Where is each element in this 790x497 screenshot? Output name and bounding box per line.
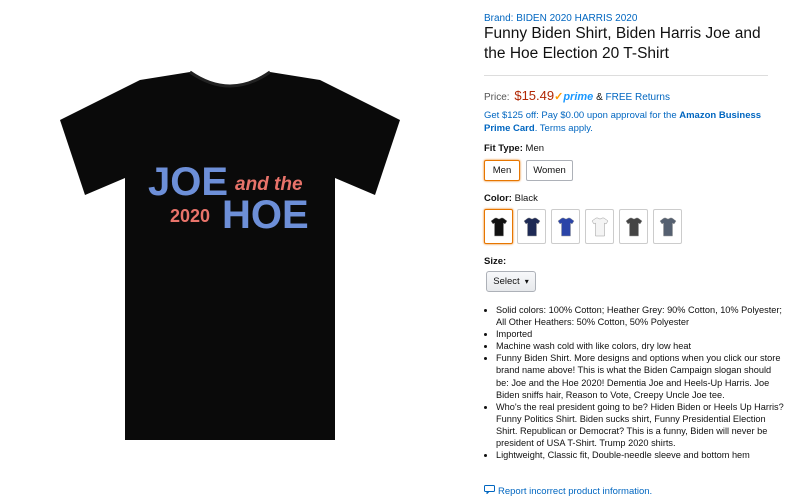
free-returns-link[interactable]: FREE Returns (606, 92, 670, 103)
print-2020: 2020 (170, 206, 210, 226)
amp: & (596, 92, 603, 103)
tshirt-thumbnail-icon (591, 217, 608, 236)
bullet-item: Solid colors: 100% Cotton; Heather Grey:… (496, 304, 786, 328)
prime-badge[interactable]: prime (563, 91, 593, 103)
color-value: Black (514, 193, 538, 204)
color-label: Color: Black (484, 193, 538, 204)
product-image-panel: JOE and the 2020 HOE (0, 0, 470, 497)
product-image[interactable]: JOE and the 2020 HOE (30, 60, 430, 460)
tshirt-thumbnail-icon (523, 217, 540, 236)
fit-type-title: Fit Type: (484, 143, 523, 154)
product-title: Funny Biden Shirt, Biden Harris Joe and … (484, 25, 761, 62)
tshirt-thumbnail-icon (659, 217, 676, 236)
bullet-item: Machine wash cold with like colors, dry … (496, 340, 786, 352)
price-value: $15.49 (514, 88, 555, 103)
size-select[interactable]: Select ▾ (486, 271, 536, 292)
bullet-item: Who's the real president going to be? Hi… (496, 401, 786, 449)
report-link-text[interactable]: Report incorrect product information. (498, 486, 652, 497)
report-link[interactable]: Report incorrect product information. (484, 485, 652, 497)
price-row: Price: $15.49✓prime & FREE Returns (484, 88, 670, 103)
size-title: Size: (484, 256, 507, 267)
tshirt-thumbnail-icon (490, 217, 507, 236)
tshirt-thumbnail-icon (625, 217, 642, 236)
print-and-the: and the (235, 174, 303, 195)
bullet-item: Funny Biden Shirt. More designs and opti… (496, 352, 786, 400)
tshirt-shape (60, 72, 400, 440)
color-swatch-navy[interactable] (517, 209, 546, 244)
bullet-item: Lightweight, Classic fit, Double-needle … (496, 449, 786, 461)
color-swatch-black[interactable] (484, 209, 513, 244)
color-swatch-royal-blue[interactable] (551, 209, 580, 244)
feature-bullets: Solid colors: 100% Cotton; Heather Grey:… (484, 304, 786, 461)
tshirt-thumbnail-icon (557, 217, 574, 236)
print-joe: JOE (148, 160, 228, 204)
comment-icon (484, 485, 495, 497)
print-hoe: HOE (222, 193, 309, 237)
divider (484, 75, 768, 76)
fit-option-women[interactable]: Women (526, 160, 573, 181)
fit-type-label: Fit Type: Men (484, 143, 544, 154)
price-label: Price: (484, 92, 510, 103)
promo-terms[interactable]: Terms apply. (540, 123, 593, 134)
promo-text: Get $125 off: Pay $0.00 upon approval fo… (484, 110, 677, 121)
color-swatch-white[interactable] (585, 209, 614, 244)
bullet-item: Imported (496, 328, 786, 340)
color-swatch-asphalt[interactable] (619, 209, 648, 244)
size-label: Size: (484, 256, 506, 267)
size-select-value: Select (493, 276, 520, 287)
chevron-down-icon: ▾ (524, 277, 529, 286)
promo-banner[interactable]: Get $125 off: Pay $0.00 upon approval fo… (484, 109, 774, 135)
fit-type-value: Men (525, 143, 545, 154)
color-swatch-slate[interactable] (653, 209, 682, 244)
prime-check-icon: ✓ (554, 91, 564, 103)
fit-option-men[interactable]: Men (484, 160, 520, 181)
brand-link[interactable]: Brand: BIDEN 2020 HARRIS 2020 (484, 13, 637, 24)
color-title: Color: (484, 193, 512, 204)
